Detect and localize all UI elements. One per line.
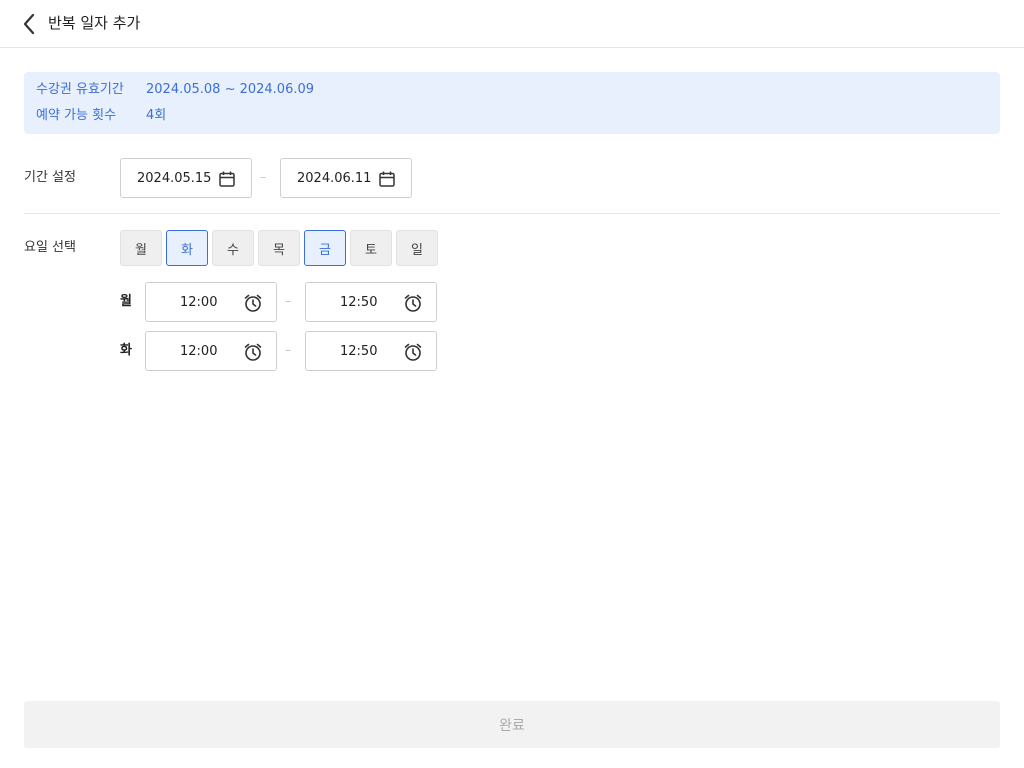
day-button-sun[interactable]: 일 xyxy=(396,230,438,266)
end-date-field[interactable]: 2024.06.11 xyxy=(280,158,412,198)
header-bar: 반복 일자 추가 xyxy=(0,0,1024,48)
start-time-value: 12:00 xyxy=(180,295,218,310)
day-button-tue[interactable]: 화 xyxy=(166,230,208,266)
calendar-icon xyxy=(379,171,395,187)
start-date-value: 2024.05.15 xyxy=(137,171,212,186)
chevron-left-icon xyxy=(23,13,35,35)
day-button-fri[interactable]: 금 xyxy=(304,230,346,266)
end-date-value: 2024.06.11 xyxy=(297,171,372,186)
alarm-clock-icon xyxy=(244,343,262,361)
ticket-info-box: 수강권 유효기간 2024.05.08 ~ 2024.06.09 예약 가능 횟… xyxy=(24,72,1000,134)
time-row-day-label: 월 xyxy=(120,294,132,309)
day-button-sat[interactable]: 토 xyxy=(350,230,392,266)
validity-row: 수강권 유효기간 2024.05.08 ~ 2024.06.09 xyxy=(36,81,314,99)
section-divider xyxy=(24,213,1000,214)
end-time-value: 12:50 xyxy=(340,344,378,359)
end-time-value: 12:50 xyxy=(340,295,378,310)
alarm-clock-icon xyxy=(244,294,262,312)
end-time-field[interactable]: 12:50 xyxy=(305,331,437,371)
page-title: 반복 일자 추가 xyxy=(48,14,141,32)
validity-label: 수강권 유효기간 xyxy=(36,82,124,97)
back-button[interactable] xyxy=(16,10,42,38)
period-label: 기간 설정 xyxy=(24,170,76,185)
day-button-thu[interactable]: 목 xyxy=(258,230,300,266)
time-separator: – xyxy=(285,343,292,358)
complete-button[interactable]: 완료 xyxy=(24,701,1000,748)
alarm-clock-icon xyxy=(404,343,422,361)
start-time-value: 12:00 xyxy=(180,344,218,359)
count-label: 예약 가능 횟수 xyxy=(36,108,117,123)
time-row-day-label: 화 xyxy=(120,343,132,358)
start-time-field[interactable]: 12:00 xyxy=(145,331,277,371)
start-date-field[interactable]: 2024.05.15 xyxy=(120,158,252,198)
calendar-icon xyxy=(219,171,235,187)
day-select-label: 요일 선택 xyxy=(24,240,76,255)
start-time-field[interactable]: 12:00 xyxy=(145,282,277,322)
end-time-field[interactable]: 12:50 xyxy=(305,282,437,322)
alarm-clock-icon xyxy=(404,294,422,312)
day-button-wed[interactable]: 수 xyxy=(212,230,254,266)
period-separator: – xyxy=(260,170,267,185)
count-value: 4회 xyxy=(146,108,167,123)
day-button-mon[interactable]: 월 xyxy=(120,230,162,266)
time-separator: – xyxy=(285,294,292,309)
count-row: 예약 가능 횟수 4회 xyxy=(36,107,166,125)
validity-value: 2024.05.08 ~ 2024.06.09 xyxy=(146,82,315,97)
